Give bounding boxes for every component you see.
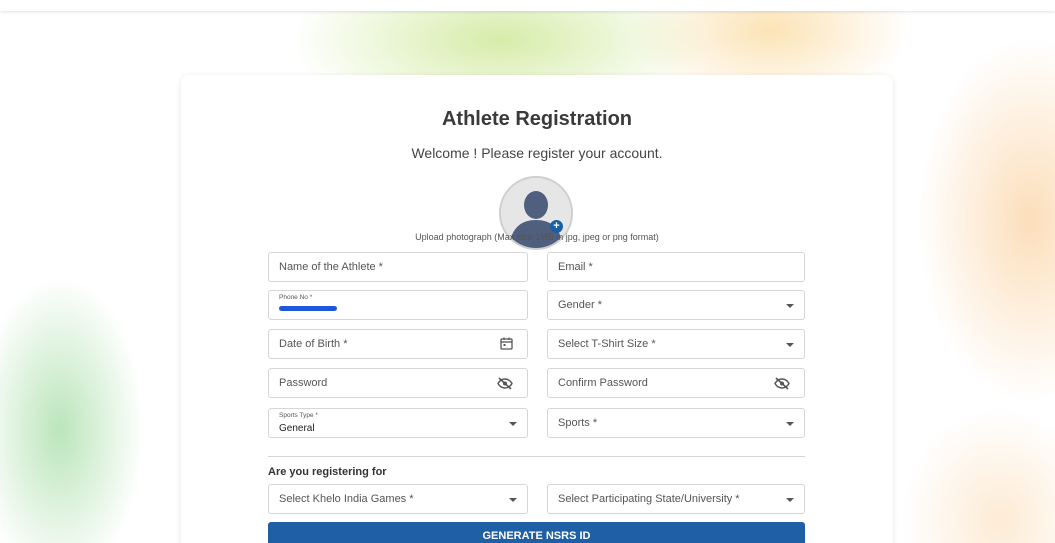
athlete-name-label: Name of the Athlete * — [279, 261, 383, 273]
confirm-password-label: Confirm Password — [558, 377, 648, 389]
sports-label: Sports * — [558, 417, 598, 429]
participating-state-select[interactable]: Select Participating State/University * — [547, 484, 805, 514]
email-label: Email * — [558, 261, 593, 273]
chevron-down-icon — [509, 422, 517, 426]
phone-field[interactable]: Phone No * — [268, 290, 528, 320]
generate-nsrs-id-button[interactable]: GENERATE NSRS ID — [268, 522, 805, 543]
upload-hint: Upload photograph (Max size 1MB in jpg, … — [415, 232, 659, 242]
top-bar — [0, 0, 1055, 11]
chevron-down-icon — [786, 498, 794, 502]
password-label: Password — [279, 377, 328, 389]
phone-label: Phone No * — [279, 294, 313, 301]
eye-off-icon[interactable] — [497, 377, 513, 395]
sports-select[interactable]: Sports * — [547, 408, 805, 438]
chevron-down-icon — [509, 498, 517, 502]
confirm-password-field[interactable]: Confirm Password — [547, 368, 805, 398]
registering-for-heading: Are you registering for — [268, 466, 387, 478]
gender-label: Gender * — [558, 299, 603, 311]
page-title: Athlete Registration — [441, 108, 633, 130]
sports-type-label: Sports Type * — [279, 412, 318, 419]
calendar-icon[interactable] — [500, 337, 513, 355]
gender-select[interactable]: Gender * — [547, 290, 805, 320]
eye-off-icon[interactable] — [774, 377, 790, 395]
sports-type-value: General — [279, 423, 315, 434]
participating-state-label: Select Participating State/University * — [558, 493, 740, 505]
registration-card: Athlete Registration Welcome ! Please re… — [181, 75, 893, 543]
page-subtitle: Welcome ! Please register your account. — [411, 145, 663, 161]
password-field[interactable]: Password — [268, 368, 528, 398]
chevron-down-icon — [786, 422, 794, 426]
phone-redacted-value — [279, 306, 337, 311]
dob-label: Date of Birth * — [279, 338, 348, 350]
dob-field[interactable]: Date of Birth * — [268, 329, 528, 359]
khelo-india-games-select[interactable]: Select Khelo India Games * — [268, 484, 528, 514]
section-divider — [268, 456, 805, 457]
tshirt-size-select[interactable]: Select T-Shirt Size * — [547, 329, 805, 359]
sports-type-select[interactable]: Sports Type * General — [268, 408, 528, 438]
email-field[interactable]: Email * — [547, 252, 805, 282]
chevron-down-icon — [786, 343, 794, 347]
khelo-india-games-label: Select Khelo India Games * — [279, 493, 414, 505]
athlete-name-field[interactable]: Name of the Athlete * — [268, 252, 528, 282]
tshirt-size-label: Select T-Shirt Size * — [558, 338, 656, 350]
chevron-down-icon — [786, 304, 794, 308]
